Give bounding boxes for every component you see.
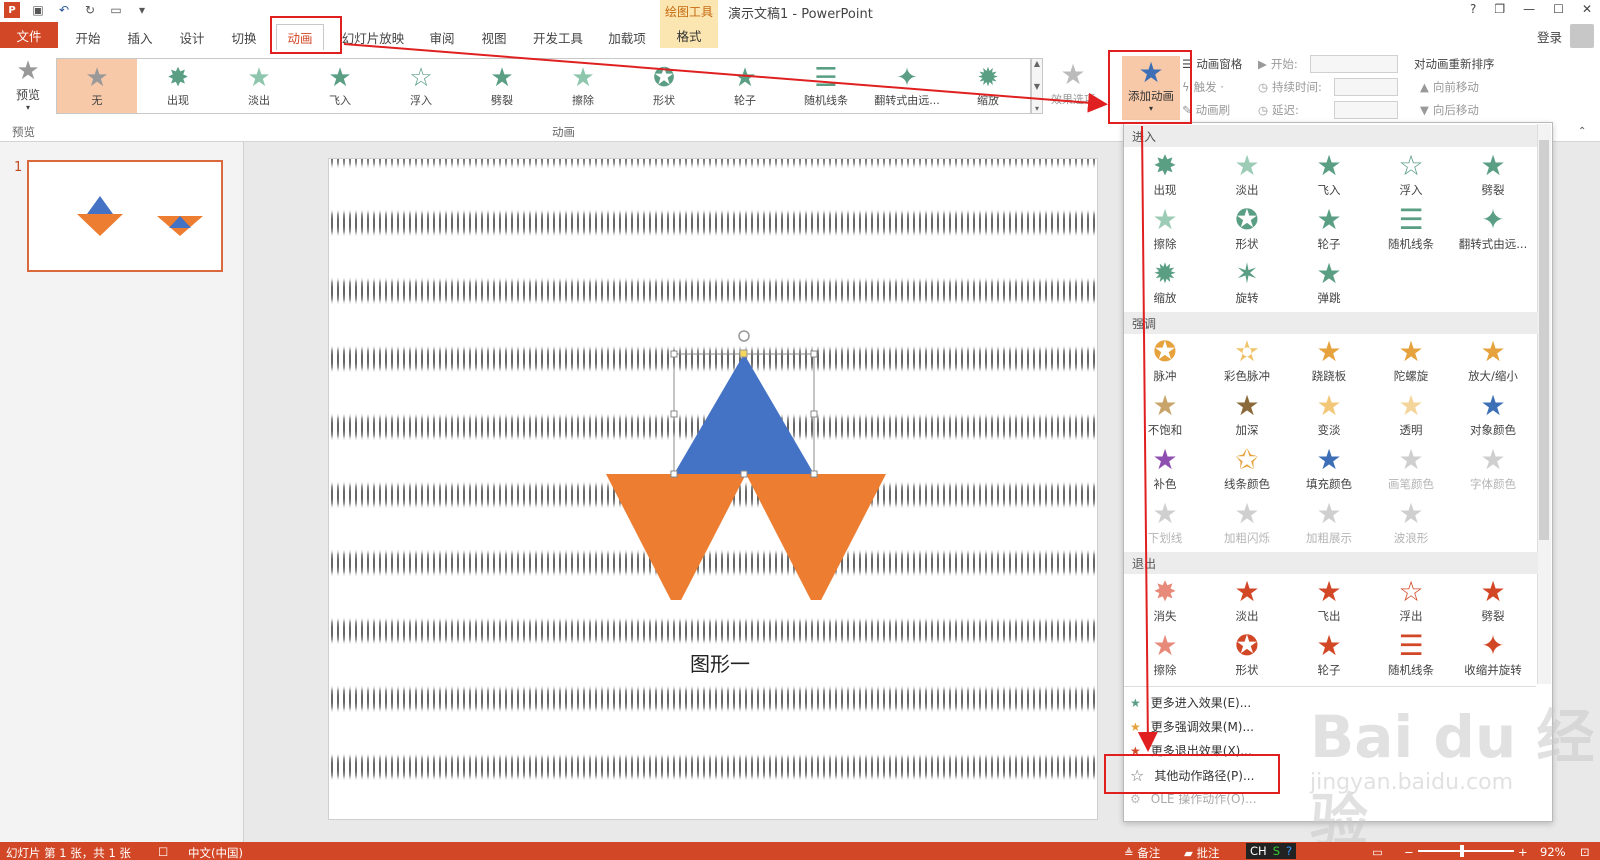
comments-button[interactable]: ▰ 批注 [1184, 845, 1220, 860]
comment-icon: ▰ [1184, 846, 1197, 860]
notes-button[interactable]: ≜ 备注 [1124, 845, 1160, 860]
arrow-to-motion-paths [1137, 125, 1158, 752]
ime-s-icon: S [1272, 844, 1280, 858]
zoom-in-icon[interactable]: + [1518, 845, 1528, 859]
slide-info: 幻灯片 第 1 张，共 1 张 [6, 846, 131, 860]
zoom-slider[interactable] [1418, 850, 1514, 852]
watermark-url: jingyan.baidu.com [1310, 770, 1514, 795]
notes-icon: ≜ [1124, 846, 1138, 860]
slide-show-view-icon[interactable]: ▭ [1372, 845, 1383, 859]
zoom-level[interactable]: 92% [1540, 845, 1566, 859]
ime-indicator[interactable]: CH S? [1246, 843, 1297, 859]
zoom-out-icon[interactable]: − [1404, 845, 1414, 859]
help-circle-icon: ? [1286, 844, 1293, 858]
fit-slide-icon[interactable]: ⊡ [1580, 845, 1590, 859]
language-status[interactable]: 中文(中国) [188, 845, 243, 860]
arrow-to-add-animation [343, 43, 1108, 113]
spellcheck-icon[interactable]: ☐ [158, 845, 168, 859]
zoom-slider-thumb[interactable] [1460, 845, 1464, 857]
